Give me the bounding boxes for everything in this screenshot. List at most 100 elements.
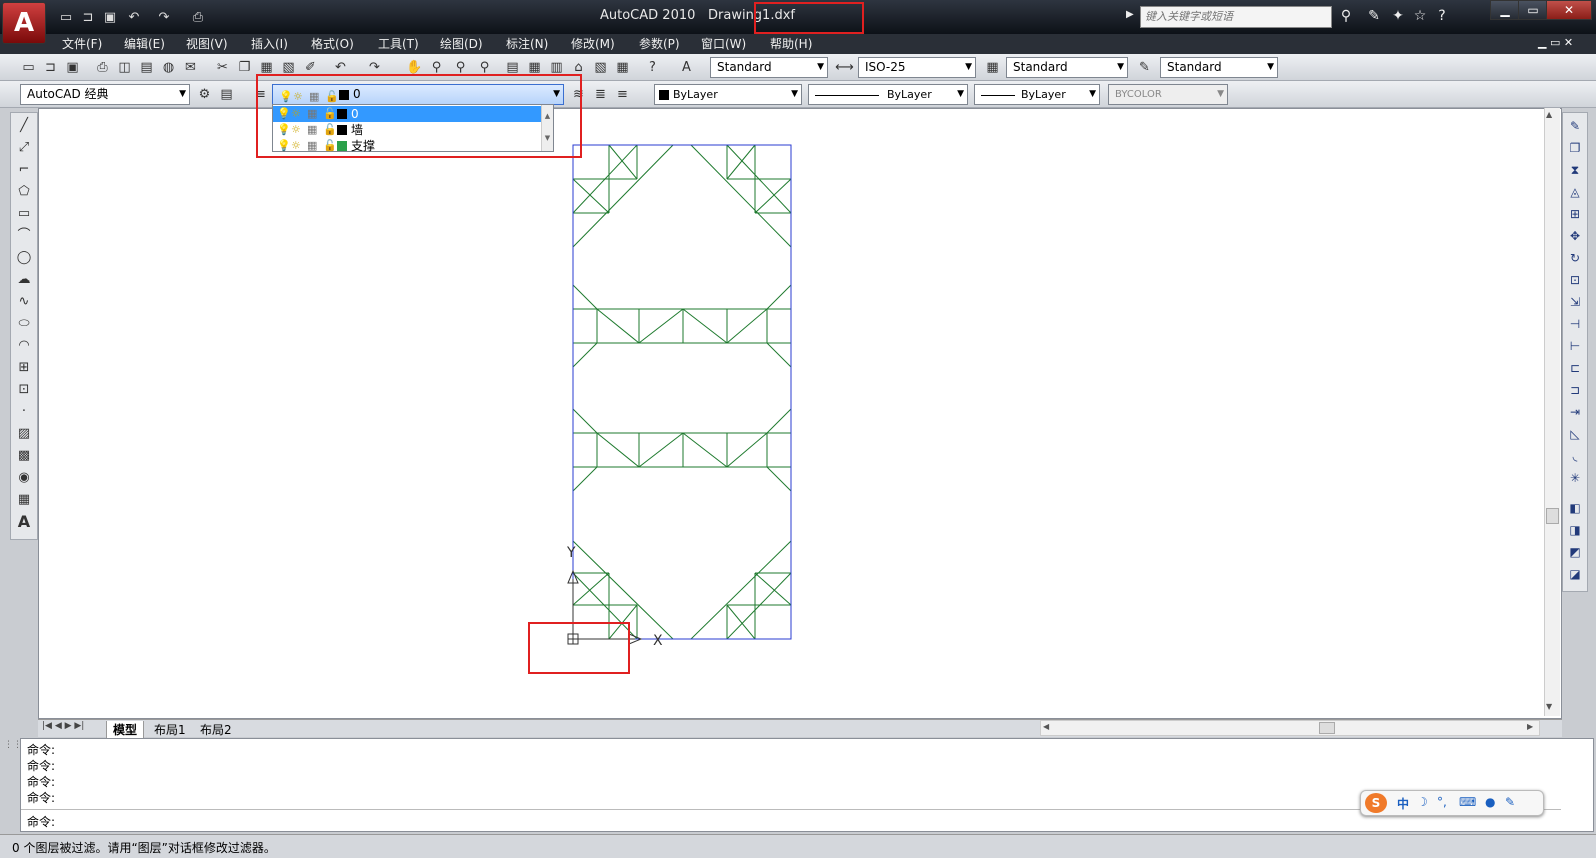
line-icon[interactable]: ╱ bbox=[11, 115, 37, 137]
save-icon[interactable]: ▣ bbox=[100, 9, 120, 27]
calculator-icon[interactable]: ▦ bbox=[612, 57, 633, 78]
fillet-icon[interactable]: ◟ bbox=[1563, 445, 1587, 467]
scroll-up-icon[interactable]: ▲ bbox=[1546, 110, 1552, 119]
circle-icon[interactable]: ◯ bbox=[11, 247, 37, 269]
command-prompt[interactable]: 命令: bbox=[27, 813, 55, 830]
linetype-select[interactable]: ByLayer ▼ bbox=[808, 84, 968, 105]
menu-insert[interactable]: 插入(I) bbox=[251, 35, 288, 53]
help-icon[interactable]: ? bbox=[1432, 8, 1452, 26]
preview-icon[interactable]: ◫ bbox=[114, 57, 135, 78]
horizontal-scrollbar[interactable]: ◀ ▶ bbox=[1040, 720, 1540, 736]
menu-view[interactable]: 视图(V) bbox=[186, 35, 228, 53]
tab-model[interactable]: 模型 bbox=[106, 721, 145, 739]
multiline-text-icon[interactable]: A bbox=[11, 511, 37, 533]
table-style-icon[interactable]: ▦ bbox=[982, 57, 1003, 78]
scroll-left-icon[interactable]: ◀ bbox=[1043, 722, 1049, 731]
close-button[interactable]: ✕ bbox=[1546, 0, 1592, 20]
copy-icon[interactable]: ❐ bbox=[234, 57, 255, 78]
print-icon[interactable]: ⎙ bbox=[92, 57, 113, 78]
menu-modify[interactable]: 修改(M) bbox=[571, 35, 615, 53]
rectangle-icon[interactable]: ▭ bbox=[11, 203, 37, 225]
revision-cloud-icon[interactable]: ☁ bbox=[11, 269, 37, 291]
copy-object-icon[interactable]: ❐ bbox=[1563, 137, 1587, 159]
ime-lang[interactable]: 中 bbox=[1397, 795, 1409, 812]
bring-above-icon[interactable]: ◩ bbox=[1563, 541, 1587, 563]
construction-line-icon[interactable]: ⤢ bbox=[11, 137, 37, 159]
menu-format[interactable]: 格式(O) bbox=[311, 35, 354, 53]
region-icon[interactable]: ◉ bbox=[11, 467, 37, 489]
array-icon[interactable]: ⊞ bbox=[1563, 203, 1587, 225]
menu-tools[interactable]: 工具(T) bbox=[378, 35, 419, 53]
help-tool-icon[interactable]: ? bbox=[642, 57, 663, 78]
lineweight-select[interactable]: ByLayer ▼ bbox=[974, 84, 1100, 105]
multileader-style-icon[interactable]: ✎ bbox=[1134, 57, 1155, 78]
gradient-icon[interactable]: ▩ bbox=[11, 445, 37, 467]
menu-draw[interactable]: 绘图(D) bbox=[440, 35, 483, 53]
hatch-icon[interactable]: ▨ bbox=[11, 423, 37, 445]
extend-icon[interactable]: ⊢ bbox=[1563, 335, 1587, 357]
menu-dimension[interactable]: 标注(N) bbox=[506, 35, 548, 53]
workspace-settings-icon[interactable]: ⚙ bbox=[194, 84, 215, 105]
open-icon[interactable]: ⊐ bbox=[78, 9, 98, 27]
offset-icon[interactable]: ◬ bbox=[1563, 181, 1587, 203]
layer-isolate-icon[interactable]: ≡ bbox=[612, 84, 633, 105]
binoculars-icon[interactable]: ⚲ bbox=[1336, 8, 1356, 26]
table-icon[interactable]: ▦ bbox=[11, 489, 37, 511]
erase-icon[interactable]: ✎ bbox=[1563, 115, 1587, 137]
vertical-scrollbar[interactable]: ▲ ▼ bbox=[1544, 108, 1560, 716]
stretch-icon[interactable]: ⇲ bbox=[1563, 291, 1587, 313]
minimize-button[interactable]: ▁ bbox=[1490, 0, 1520, 20]
workspace-select[interactable]: AutoCAD 经典 ▼ bbox=[20, 84, 190, 105]
punctuation-icon[interactable]: °, bbox=[1437, 795, 1447, 809]
menu-window[interactable]: 窗口(W) bbox=[701, 35, 746, 53]
cut-icon[interactable]: ✂ bbox=[212, 57, 233, 78]
dim-style-icon[interactable]: ⟷ bbox=[834, 57, 855, 78]
break-at-point-icon[interactable]: ⊏ bbox=[1563, 357, 1587, 379]
spline-icon[interactable]: ∿ bbox=[11, 291, 37, 313]
arc-icon[interactable]: ⌒ bbox=[11, 225, 37, 247]
draw-order-front-icon[interactable]: ◧ bbox=[1563, 497, 1587, 519]
user-icon[interactable]: ● bbox=[1485, 795, 1495, 809]
trim-icon[interactable]: ⊣ bbox=[1563, 313, 1587, 335]
horizontal-scroll-thumb[interactable] bbox=[1319, 722, 1335, 734]
break-icon[interactable]: ⊐ bbox=[1563, 379, 1587, 401]
move-icon[interactable]: ✥ bbox=[1563, 225, 1587, 247]
plot-icon[interactable]: ⎙ bbox=[188, 9, 208, 27]
maximize-button[interactable]: ▭ bbox=[1518, 0, 1548, 20]
scale-icon[interactable]: ⊡ bbox=[1563, 269, 1587, 291]
chamfer-icon[interactable]: ◺ bbox=[1563, 423, 1587, 445]
save-file-icon[interactable]: ▣ bbox=[62, 57, 83, 78]
ime-settings-icon[interactable]: ✎ bbox=[1505, 795, 1515, 809]
redo-icon[interactable]: ↷ bbox=[154, 9, 174, 27]
menu-help[interactable]: 帮助(H) bbox=[770, 35, 812, 53]
tab-navigation-icon[interactable]: |◀ ◀ ▶ ▶| bbox=[42, 721, 84, 731]
text-style-icon[interactable]: A bbox=[676, 57, 697, 78]
draw-order-back-icon[interactable]: ◨ bbox=[1563, 519, 1587, 541]
rotate-icon[interactable]: ↻ bbox=[1563, 247, 1587, 269]
join-icon[interactable]: ⇥ bbox=[1563, 401, 1587, 423]
point-icon[interactable]: · bbox=[11, 401, 37, 423]
dim-style-select[interactable]: ISO-25 ▼ bbox=[858, 57, 976, 78]
3d-dwf-icon[interactable]: ◍ bbox=[158, 57, 179, 78]
ellipse-icon[interactable]: ⬭ bbox=[11, 313, 37, 335]
publish-icon[interactable]: ▤ bbox=[136, 57, 157, 78]
search-input[interactable] bbox=[1140, 6, 1332, 28]
table-style-select[interactable]: Standard ▼ bbox=[1006, 57, 1128, 78]
tab-layout2[interactable]: 布局2 bbox=[194, 721, 238, 738]
mirror-icon[interactable]: ⧗ bbox=[1563, 159, 1587, 181]
ime-toolbar[interactable]: S 中 ☽ °, ⌨ ● ✎ bbox=[1360, 790, 1544, 816]
color-select[interactable]: ByLayer ▼ bbox=[654, 84, 802, 105]
make-block-icon[interactable]: ⊡ bbox=[11, 379, 37, 401]
scroll-down-icon[interactable]: ▼ bbox=[1546, 702, 1552, 711]
menu-parameters[interactable]: 参数(P) bbox=[639, 35, 680, 53]
favorites-icon[interactable]: ☆ bbox=[1410, 8, 1430, 26]
application-button[interactable]: A bbox=[2, 2, 46, 44]
ellipse-arc-icon[interactable]: ◠ bbox=[11, 335, 37, 357]
plotstyle-select[interactable]: BYCOLOR ▼ bbox=[1108, 84, 1228, 105]
subscription-icon[interactable]: ✎ bbox=[1364, 8, 1384, 26]
multileader-style-select[interactable]: Standard ▼ bbox=[1160, 57, 1278, 78]
command-grip-icon[interactable]: ⋮⋮ bbox=[4, 740, 22, 752]
polyline-icon[interactable]: ⌐ bbox=[11, 159, 37, 181]
undo-icon[interactable]: ↶ bbox=[124, 9, 144, 27]
insert-block-icon[interactable]: ⊞ bbox=[11, 357, 37, 379]
